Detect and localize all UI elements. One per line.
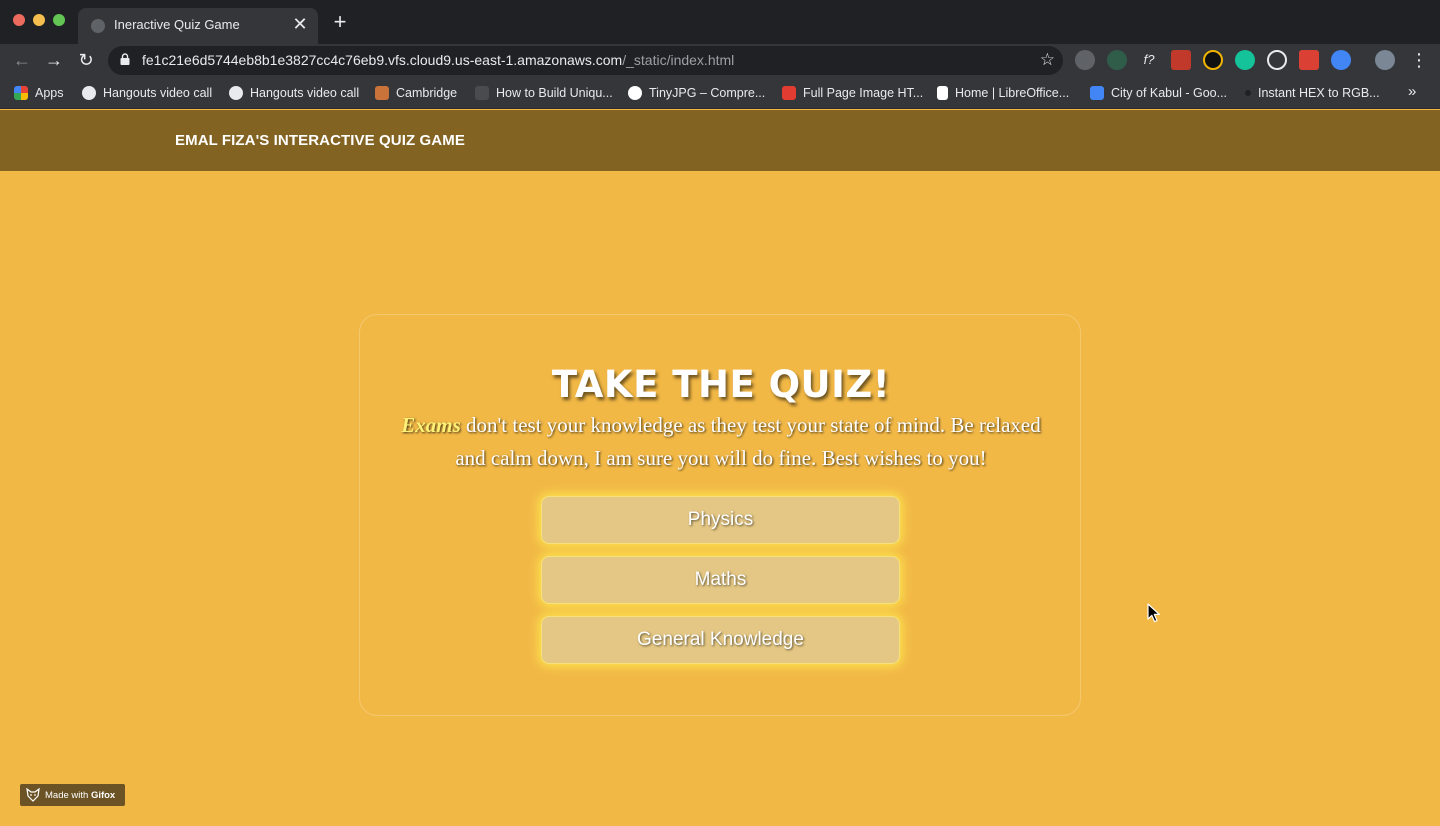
bookmark-city-of-kabul[interactable]: City of Kabul - Goo... xyxy=(1090,84,1227,102)
bookmark-star-icon[interactable]: ☆ xyxy=(1040,49,1055,71)
general-knowledge-button[interactable]: General Knowledge xyxy=(541,616,900,664)
bookmark-tinyjpg[interactable]: TinyJPG – Compre... xyxy=(628,84,765,102)
bookmark-label: City of Kabul - Goo... xyxy=(1111,86,1228,100)
bookmark-hex-to-rgb[interactable]: Instant HEX to RGB... xyxy=(1245,84,1380,102)
profile-avatar[interactable] xyxy=(1375,50,1395,70)
globe-icon xyxy=(229,86,243,100)
url-text: fe1c21e6d5744eb8b1e3827cc4c76eb9.vfs.clo… xyxy=(142,52,734,68)
back-button[interactable]: ← xyxy=(10,48,34,72)
fox-logo-icon xyxy=(26,788,40,802)
mouse-cursor-icon xyxy=(1147,603,1160,623)
quiz-intro: Exams don't test your knowledge as they … xyxy=(384,409,1058,475)
extension-todoist-icon[interactable] xyxy=(1299,50,1319,70)
maths-button[interactable]: Maths xyxy=(541,556,900,604)
bookmark-label: Full Page Image HT... xyxy=(803,86,924,100)
browser-menu-icon[interactable]: ⋮ xyxy=(1410,49,1428,71)
dot-icon xyxy=(1245,90,1251,96)
apps-grid-icon xyxy=(14,86,28,100)
browser-tab-bar: Ineractive Quiz Game ✕ + xyxy=(0,0,1440,44)
bookmark-label: Hangouts video call xyxy=(103,86,213,100)
physics-button[interactable]: Physics xyxy=(541,496,900,544)
bookmark-hangouts-1[interactable]: Hangouts video call xyxy=(82,84,212,102)
forward-button[interactable]: → xyxy=(42,48,66,72)
bookmark-libreoffice[interactable]: Home | LibreOffice... xyxy=(937,84,1069,102)
close-window-button[interactable] xyxy=(13,14,25,26)
browser-tab-active[interactable]: Ineractive Quiz Game ✕ xyxy=(78,8,318,44)
extension-ae-icon[interactable] xyxy=(1267,50,1287,70)
panda-icon xyxy=(628,86,642,100)
intro-text: don't test your knowledge as they test y… xyxy=(455,413,1041,470)
extension-font-icon[interactable]: f? xyxy=(1139,50,1159,70)
bolt-icon xyxy=(475,86,489,100)
bookmark-full-page-image[interactable]: Full Page Image HT... xyxy=(782,84,923,102)
browser-toolbar: ← → ↻ fe1c21e6d5744eb8b1e3827cc4c76eb9.v… xyxy=(0,44,1440,77)
site-header: EMAL FIZA'S INTERACTIVE QUIZ GAME xyxy=(0,110,1440,171)
lock-icon xyxy=(120,53,130,65)
bookmark-label: Hangouts video call xyxy=(250,86,360,100)
reload-button[interactable]: ↻ xyxy=(74,48,98,72)
bookmarks-overflow-icon[interactable]: » xyxy=(1408,83,1416,100)
bookmark-label: How to Build Uniqu... xyxy=(496,86,613,100)
watermark-prefix: Made with xyxy=(45,789,91,801)
new-tab-button[interactable]: + xyxy=(330,11,350,33)
bookmark-label: Instant HEX to RGB... xyxy=(1258,86,1380,100)
globe-icon xyxy=(82,86,96,100)
address-bar[interactable]: fe1c21e6d5744eb8b1e3827cc4c76eb9.vfs.clo… xyxy=(108,46,1063,75)
url-host: fe1c21e6d5744eb8b1e3827cc4c76eb9.vfs.clo… xyxy=(142,52,623,68)
bookmark-label: Home | LibreOffice... xyxy=(955,86,1070,100)
extension-dark-mode-icon[interactable] xyxy=(1203,50,1223,70)
extension-g-icon[interactable] xyxy=(1331,50,1351,70)
bookmark-label: TinyJPG – Compre... xyxy=(649,86,766,100)
s-logo-icon xyxy=(782,86,796,100)
extension-grammarly-icon[interactable] xyxy=(1235,50,1255,70)
extension-hexagon-icon[interactable] xyxy=(1075,50,1095,70)
bookmark-label: Apps xyxy=(35,86,64,100)
intro-emphasis: Exams xyxy=(401,413,461,437)
quiz-heading: TAKE THE QUIZ! xyxy=(551,363,891,406)
bookmark-how-to-build[interactable]: How to Build Uniqu... xyxy=(475,84,613,102)
watermark-text: Made with Gifox xyxy=(45,790,115,801)
minimize-window-button[interactable] xyxy=(33,14,45,26)
site-title[interactable]: EMAL FIZA'S INTERACTIVE QUIZ GAME xyxy=(175,132,465,149)
bookmark-cambridge[interactable]: Cambridge xyxy=(375,84,457,102)
globe-icon xyxy=(91,19,105,33)
google-docs-icon xyxy=(1090,86,1104,100)
tab-title: Ineractive Quiz Game xyxy=(114,17,240,32)
document-icon xyxy=(937,86,948,100)
bookmarks-bar: Apps Hangouts video call Hangouts video … xyxy=(0,77,1440,109)
quiz-card: TAKE THE QUIZ! Exams don't test your kno… xyxy=(359,314,1081,716)
bookmark-apps[interactable]: Apps xyxy=(14,84,64,102)
tab-close-icon[interactable]: ✕ xyxy=(290,14,310,34)
bookmark-label: Cambridge xyxy=(396,86,458,100)
url-path: /_static/index.html xyxy=(622,52,735,68)
bookmark-hangouts-2[interactable]: Hangouts video call xyxy=(229,84,359,102)
cambridge-crest-icon xyxy=(375,86,389,100)
extension-leaf-icon[interactable] xyxy=(1107,50,1127,70)
watermark-brand: Gifox xyxy=(90,789,116,801)
maximize-window-button[interactable] xyxy=(53,14,65,26)
gifox-watermark: Made with Gifox xyxy=(20,784,125,806)
extension-office-icon[interactable] xyxy=(1171,50,1191,70)
